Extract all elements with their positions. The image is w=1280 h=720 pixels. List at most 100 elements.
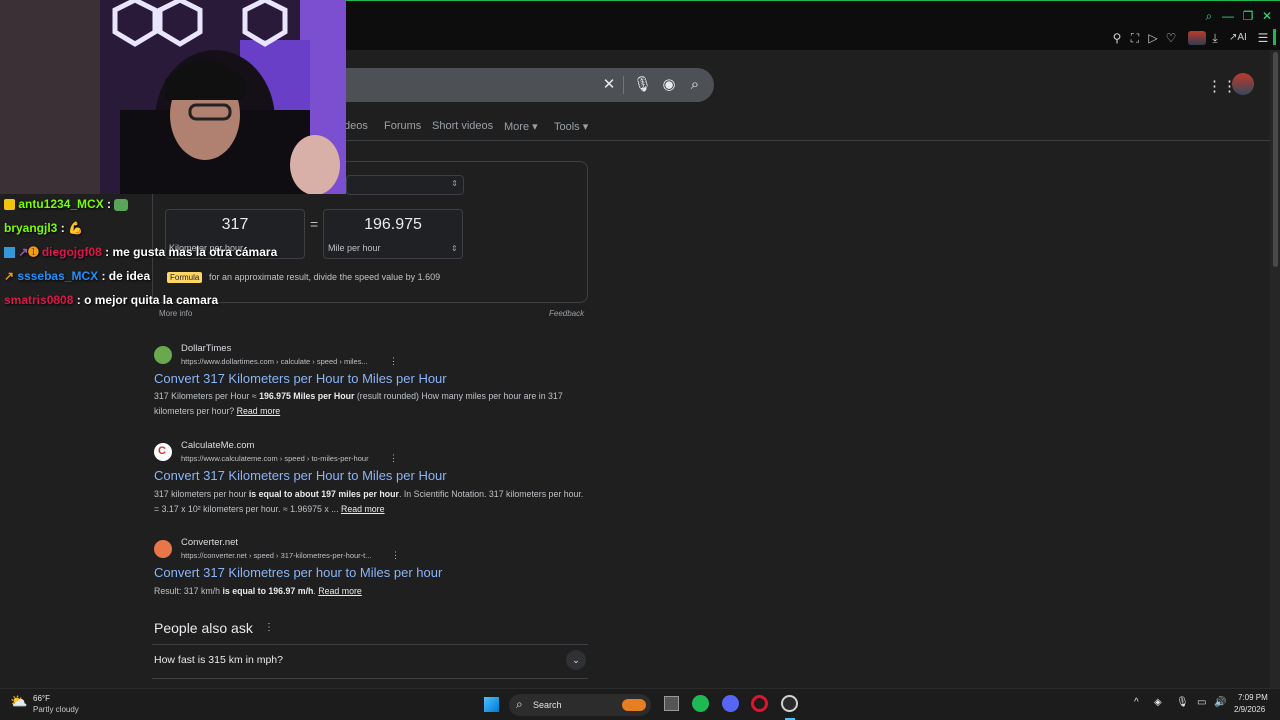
account-avatar[interactable]: [1232, 73, 1254, 95]
clock-time[interactable]: 7:09 PM: [1238, 693, 1268, 702]
play-icon[interactable]: ▷: [1145, 31, 1161, 45]
more-options-icon[interactable]: ⋮: [389, 453, 398, 464]
dollartimes-favicon: [154, 346, 172, 364]
snippet-text: Result: 317 km/h: [154, 586, 223, 596]
tab-forums[interactable]: Forums: [384, 120, 421, 132]
search-icon[interactable]: ⌕: [686, 76, 704, 94]
windows-start-icon[interactable]: [484, 697, 499, 712]
chevron-down-icon: ▾: [582, 121, 589, 133]
download-icon[interactable]: ⤓: [1207, 31, 1223, 45]
tabs-divider: [330, 140, 1270, 141]
people-also-ask-heading: People also ask: [154, 620, 253, 636]
divider: [623, 76, 624, 94]
chevron-down-icon[interactable]: ⌄: [566, 650, 586, 670]
select-arrows-icon: ⇕: [451, 244, 458, 253]
snippet-bold: is equal to 196.97 m/h: [222, 586, 314, 596]
more-options-icon[interactable]: ⋮: [391, 550, 400, 561]
chat-message: ↗ sssebas_MCX : de idea: [4, 269, 151, 283]
chat-message: bryangjl3 : 💪: [4, 221, 83, 235]
search-input[interactable]: ✕ 🎙 ◉ ⌕: [330, 68, 714, 102]
more-info-link[interactable]: More info: [159, 309, 192, 318]
tray-app-icon[interactable]: ◈: [1154, 697, 1162, 708]
formula-badge: Formula: [167, 272, 203, 283]
snippet-text: 317 Kilometers per Hour ≈: [154, 391, 260, 401]
badge-icon: ↗: [4, 269, 15, 283]
chevron-down-icon: ▾: [532, 121, 538, 133]
result-url[interactable]: https://www.calculateme.com › speed › to…: [181, 454, 369, 463]
read-more-link[interactable]: Read more: [318, 586, 362, 596]
avatar[interactable]: [1188, 31, 1206, 45]
to-unit-select[interactable]: Mile per hour: [328, 243, 381, 253]
tab-videos[interactable]: deos: [344, 120, 368, 132]
snippet-bold: is equal to about 197 miles per hour: [248, 489, 399, 499]
more-options-icon[interactable]: ⋮: [389, 356, 398, 367]
clock-date[interactable]: 2/9/2026: [1234, 705, 1265, 714]
weather-icon[interactable]: ⛅: [10, 693, 27, 710]
select-arrows-icon: ⇕: [451, 179, 458, 188]
microphone-icon[interactable]: 🎙: [633, 76, 652, 94]
paa-question[interactable]: How fast is 315 km in mph?: [154, 654, 283, 666]
active-indicator: [1273, 29, 1276, 45]
browser-app-icon[interactable]: [781, 695, 798, 712]
more-options-icon[interactable]: ⋮: [264, 622, 274, 633]
search-highlight-icon: [622, 699, 646, 711]
read-more-link[interactable]: Read more: [341, 504, 385, 514]
equals-sign: =: [310, 216, 319, 232]
read-more-link[interactable]: Read more: [237, 406, 281, 416]
from-value-input[interactable]: 317: [165, 216, 305, 234]
volume-icon[interactable]: 🔊: [1214, 697, 1226, 708]
result-title-link[interactable]: Convert 317 Kilometers per Hour to Miles…: [154, 371, 447, 386]
chat-message: antu1234_MCX :: [4, 197, 129, 211]
discord-icon[interactable]: [722, 695, 739, 712]
calculateme-favicon: C: [154, 443, 172, 461]
snippet-text: 317 kilometers per hour: [154, 489, 249, 499]
snippet-bold: 196.975 Miles per Hour: [259, 391, 355, 401]
close-icon[interactable]: ✕: [1259, 9, 1275, 23]
chat-username: antu1234_MCX: [18, 197, 104, 211]
clear-icon[interactable]: ✕: [600, 76, 618, 94]
result-site-name[interactable]: Converter.net: [181, 537, 238, 548]
screenshot-icon[interactable]: ⛶: [1127, 31, 1143, 45]
chat-username: smatris0808: [4, 293, 74, 307]
to-value-input[interactable]: 196.975: [323, 216, 463, 234]
search-icon: ⌕: [516, 697, 523, 711]
result-snippet: 317 Kilometers per Hour ≈ 196.975 Miles …: [154, 389, 584, 419]
formula-text: for an approximate result, divide the sp…: [209, 272, 441, 282]
result-site-name[interactable]: DollarTimes: [181, 343, 231, 354]
converter-favicon: [154, 540, 172, 558]
result-site-name[interactable]: CalculateMe.com: [181, 440, 254, 451]
result-url[interactable]: https://www.dollartimes.com › calculate …: [181, 357, 368, 366]
flexed-arm-emoji-icon: 💪: [68, 221, 83, 235]
scrollbar-thumb[interactable]: [1273, 52, 1278, 267]
spotify-icon[interactable]: [692, 695, 709, 712]
unit-category-select[interactable]: ⇕: [346, 175, 464, 195]
feedback-link[interactable]: Feedback: [549, 309, 584, 318]
maximize-icon[interactable]: ❐: [1240, 9, 1256, 23]
microphone-icon[interactable]: 🎙: [1176, 697, 1189, 708]
weather-temp[interactable]: 66°F: [33, 694, 50, 703]
chat-text: o mejor quita la camara: [84, 293, 219, 307]
minimize-icon[interactable]: —: [1220, 9, 1236, 23]
tab-tools[interactable]: Tools ▾: [554, 120, 588, 133]
menu-icon[interactable]: ☰: [1255, 31, 1271, 45]
divider: [152, 644, 588, 645]
c-logo-icon: C: [158, 445, 166, 457]
search-icon[interactable]: ⌕: [1201, 9, 1217, 23]
weather-desc[interactable]: Partly cloudy: [33, 705, 79, 714]
tab-short-videos[interactable]: Short videos: [432, 120, 493, 132]
result-title-link[interactable]: Convert 317 Kilometres per hour to Miles…: [154, 565, 442, 580]
search-label: Search: [533, 700, 562, 710]
lens-icon[interactable]: ◉: [660, 76, 678, 94]
pin-icon[interactable]: ⚲: [1109, 31, 1125, 45]
result-url[interactable]: https://converter.net › speed › 317-kilo…: [181, 551, 372, 560]
file-explorer-icon[interactable]: [664, 696, 679, 711]
ai-button[interactable]: ↗AI: [1229, 32, 1247, 43]
opera-icon[interactable]: [751, 695, 768, 712]
result-title-link[interactable]: Convert 317 Kilometers per Hour to Miles…: [154, 468, 447, 483]
chevron-up-icon[interactable]: ^: [1134, 697, 1139, 708]
heart-icon[interactable]: ♡: [1163, 31, 1179, 45]
network-icon[interactable]: ▭: [1197, 697, 1206, 708]
tab-more[interactable]: More ▾: [504, 120, 538, 133]
taskbar-search[interactable]: ⌕ Search: [509, 694, 651, 716]
ai-label: AI: [1237, 32, 1247, 43]
